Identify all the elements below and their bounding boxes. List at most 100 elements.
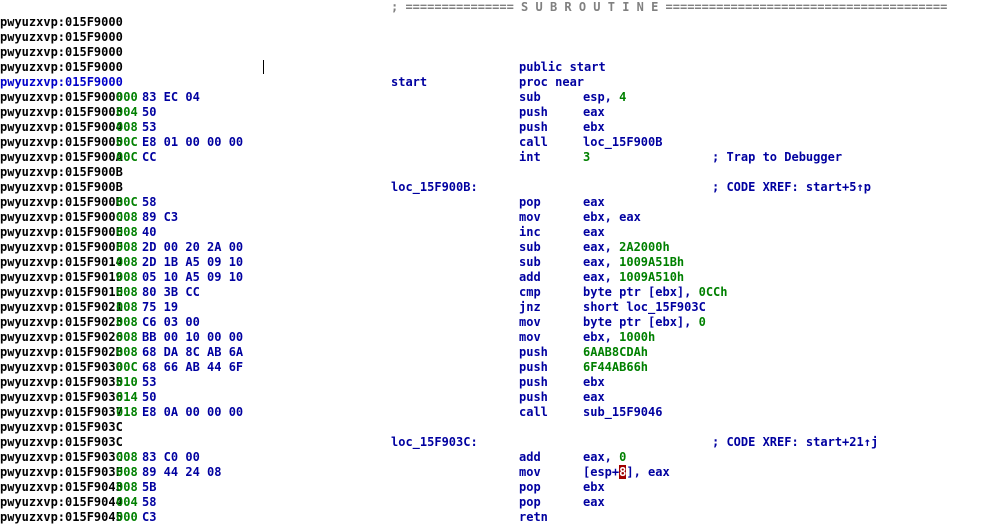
operand-text[interactable]: eax,: [583, 240, 612, 254]
operand-text[interactable]: eax: [583, 195, 605, 209]
operands[interactable]: sub_15F9046: [583, 405, 662, 420]
address[interactable]: pwyuzxvp:015F9035: [0, 375, 123, 390]
code-label[interactable]: loc_15F900B:: [391, 180, 478, 195]
listing-line[interactable]: pwyuzxvp:015F9000 public start: [0, 60, 1008, 75]
listing-line[interactable]: pwyuzxvp:015F900E 008 40 inc eax: [0, 225, 1008, 240]
listing-line[interactable]: pwyuzxvp:015F9000: [0, 15, 1008, 30]
address[interactable]: pwyuzxvp:015F9000: [0, 60, 123, 75]
listing-line[interactable]: pwyuzxvp:015F9023 008 C6 03 00 mov byte ptr …: [0, 315, 1008, 330]
mnemonic[interactable]: call: [519, 135, 548, 150]
address[interactable]: pwyuzxvp:015F903C: [0, 450, 123, 465]
operand-text[interactable]: eax: [583, 390, 605, 404]
operand-text[interactable]: ebx,: [583, 330, 612, 344]
listing-line[interactable]: pwyuzxvp:015F9014 008 2D 1B A5 09 10 sub eax…: [0, 255, 1008, 270]
operands[interactable]: eax, 1009A510h: [583, 270, 684, 285]
address[interactable]: pwyuzxvp:015F9003: [0, 105, 123, 120]
mnemonic[interactable]: jnz: [519, 300, 541, 315]
listing-line[interactable]: pwyuzxvp:015F900B loc_15F900B: ; CODE XREF…: [0, 180, 1008, 195]
mnemonic[interactable]: sub: [519, 240, 541, 255]
address[interactable]: pwyuzxvp:015F901E: [0, 285, 123, 300]
operand-text[interactable]: ], eax: [626, 465, 669, 479]
operands[interactable]: eax: [583, 225, 605, 240]
listing-line[interactable]: pwyuzxvp:015F9003 004 50 push eax: [0, 105, 1008, 120]
operand-immediate[interactable]: 6AAB8CDAh: [583, 345, 648, 359]
operand-immediate[interactable]: 1009A51Bh: [612, 255, 684, 269]
listing-line[interactable]: pwyuzxvp:015F903C 008 83 C0 00 add eax, 0: [0, 450, 1008, 465]
address[interactable]: pwyuzxvp:015F9000: [0, 15, 123, 30]
operands[interactable]: ebx: [583, 120, 605, 135]
operand-immediate[interactable]: 0: [612, 450, 626, 464]
address[interactable]: pwyuzxvp:015F9021: [0, 300, 123, 315]
address[interactable]: pwyuzxvp:015F9044: [0, 495, 123, 510]
address[interactable]: pwyuzxvp:015F900A: [0, 150, 123, 165]
mnemonic[interactable]: add: [519, 450, 541, 465]
listing-line[interactable]: pwyuzxvp:015F9000: [0, 30, 1008, 45]
operands[interactable]: ebx, 1000h: [583, 330, 655, 345]
operand-immediate[interactable]: 3: [583, 150, 590, 164]
operand-immediate[interactable]: 6F44AB66h: [583, 360, 648, 374]
address[interactable]: pwyuzxvp:015F9000: [0, 45, 123, 60]
operands[interactable]: short loc_15F903C: [583, 300, 706, 315]
address[interactable]: pwyuzxvp:015F9019: [0, 270, 123, 285]
listing-line[interactable]: pwyuzxvp:015F9019 008 05 10 A5 09 10 add eax…: [0, 270, 1008, 285]
mnemonic[interactable]: public start: [519, 60, 606, 75]
listing-line[interactable]: pwyuzxvp:015F900C 008 89 C3 mov ebx, eax: [0, 210, 1008, 225]
operands[interactable]: 6F44AB66h: [583, 360, 648, 375]
mnemonic[interactable]: mov: [519, 330, 541, 345]
mnemonic[interactable]: sub: [519, 255, 541, 270]
mnemonic[interactable]: mov: [519, 315, 541, 330]
operand-immediate[interactable]: 1000h: [612, 330, 655, 344]
listing-line[interactable]: pwyuzxvp:015F9000: [0, 45, 1008, 60]
listing-line[interactable]: pwyuzxvp:015F901E 008 80 3B CC cmp byte ptr …: [0, 285, 1008, 300]
operand-text[interactable]: byte ptr [ebx],: [583, 315, 691, 329]
address[interactable]: pwyuzxvp:015F9043: [0, 480, 123, 495]
mnemonic[interactable]: cmp: [519, 285, 541, 300]
mnemonic[interactable]: push: [519, 105, 548, 120]
operands[interactable]: ebx: [583, 375, 605, 390]
mnemonic[interactable]: push: [519, 360, 548, 375]
operands[interactable]: 6AAB8CDAh: [583, 345, 648, 360]
operands[interactable]: esp, 4: [583, 90, 626, 105]
listing-line[interactable]: pwyuzxvp:015F900A 00C CC int 3 ; Trap to Debu…: [0, 150, 1008, 165]
operand-text[interactable]: short loc_15F903C: [583, 300, 706, 314]
listing-line[interactable]: pwyuzxvp:015F9043 008 5B pop ebx: [0, 480, 1008, 495]
listing-line[interactable]: pwyuzxvp:015F9035 010 53 push ebx: [0, 375, 1008, 390]
address[interactable]: pwyuzxvp:015F9005: [0, 135, 123, 150]
operands[interactable]: eax, 2A2000h: [583, 240, 670, 255]
address[interactable]: pwyuzxvp:015F903F: [0, 465, 123, 480]
mnemonic[interactable]: pop: [519, 495, 541, 510]
operand-text[interactable]: loc_15F900B: [583, 135, 662, 149]
listing-line[interactable]: pwyuzxvp:015F902B 008 68 DA 8C AB 6A push 6A…: [0, 345, 1008, 360]
operand-text[interactable]: esp,: [583, 90, 612, 104]
operands[interactable]: eax: [583, 195, 605, 210]
operand-text[interactable]: eax,: [583, 270, 612, 284]
address[interactable]: pwyuzxvp:015F9026: [0, 330, 123, 345]
address[interactable]: pwyuzxvp:015F9000: [0, 30, 123, 45]
operands[interactable]: [esp+8], eax: [583, 465, 670, 480]
code-label[interactable]: start: [391, 75, 427, 90]
disassembly-listing[interactable]: ; =============== S U B R O U T I N E ==…: [0, 0, 1008, 524]
operand-text[interactable]: eax,: [583, 450, 612, 464]
operands[interactable]: eax: [583, 105, 605, 120]
listing-line[interactable]: pwyuzxvp:015F900B: [0, 165, 1008, 180]
address[interactable]: pwyuzxvp:015F900E: [0, 225, 123, 240]
mnemonic[interactable]: push: [519, 375, 548, 390]
operand-immediate[interactable]: 0: [691, 315, 706, 329]
mnemonic[interactable]: pop: [519, 480, 541, 495]
address[interactable]: pwyuzxvp:015F9036: [0, 390, 123, 405]
operands[interactable]: byte ptr [ebx], 0: [583, 315, 706, 330]
mnemonic[interactable]: push: [519, 120, 548, 135]
operand-immediate[interactable]: 1009A510h: [612, 270, 684, 284]
listing-line[interactable]: pwyuzxvp:015F9026 008 BB 00 10 00 00 mov ebx…: [0, 330, 1008, 345]
operands[interactable]: eax, 1009A51Bh: [583, 255, 684, 270]
listing-line[interactable]: pwyuzxvp:015F9004 008 53 push ebx: [0, 120, 1008, 135]
operand-text[interactable]: eax: [583, 105, 605, 119]
operands[interactable]: ebx: [583, 480, 605, 495]
operand-immediate[interactable]: 2A2000h: [612, 240, 670, 254]
operand-text[interactable]: ebx, eax: [583, 210, 641, 224]
operands[interactable]: eax: [583, 495, 605, 510]
listing-line[interactable]: pwyuzxvp:015F9037 018 E8 0A 00 00 00 call su…: [0, 405, 1008, 420]
mnemonic[interactable]: sub: [519, 90, 541, 105]
mnemonic[interactable]: inc: [519, 225, 541, 240]
operands[interactable]: eax: [583, 390, 605, 405]
